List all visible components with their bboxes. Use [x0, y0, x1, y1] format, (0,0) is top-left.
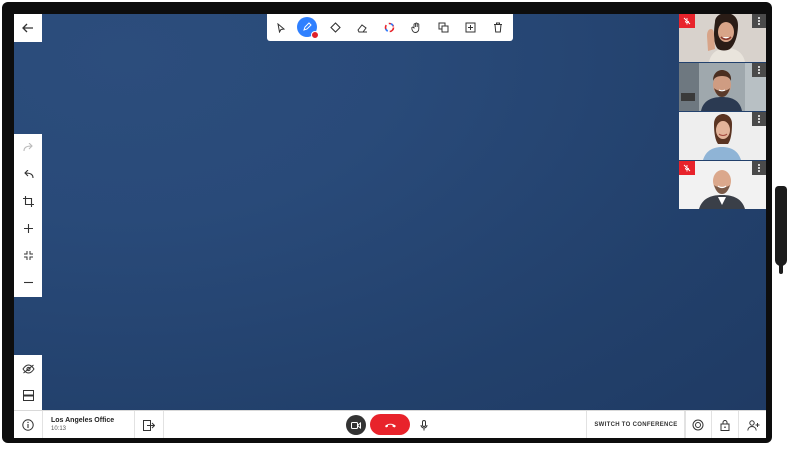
info-icon[interactable]	[14, 411, 43, 438]
add-participant-icon[interactable]	[738, 411, 766, 438]
more-options-icon[interactable]	[752, 161, 766, 175]
switch-to-conference-button[interactable]: SWITCH TO CONFERENCE	[586, 411, 686, 438]
muted-mic-icon	[679, 14, 695, 28]
more-options-icon[interactable]	[752, 14, 766, 28]
camera-button[interactable]	[346, 415, 366, 435]
eraser-icon[interactable]	[349, 14, 375, 41]
stylus-pen	[775, 186, 787, 274]
pen-color-indicator	[311, 31, 319, 39]
delete-icon[interactable]	[485, 14, 511, 41]
more-options-icon[interactable]	[752, 112, 766, 126]
phone-hangup-icon	[384, 422, 397, 428]
display-frame: Los Angeles Office 10:13 SWITCH TO CONFE…	[2, 2, 772, 443]
camera-icon	[351, 421, 361, 429]
back-button[interactable]	[14, 14, 42, 42]
zoom-out-icon[interactable]	[14, 269, 42, 296]
participant-tile[interactable]	[679, 63, 766, 111]
whiteboard-canvas[interactable]: Los Angeles Office 10:13 SWITCH TO CONFE…	[14, 14, 766, 438]
microphone-icon[interactable]	[414, 415, 434, 435]
redo-icon[interactable]	[14, 134, 42, 161]
hand-icon[interactable]	[403, 14, 429, 41]
location-name: Los Angeles Office	[51, 417, 115, 424]
broadcast-icon[interactable]	[684, 411, 711, 438]
participant-tile[interactable]	[679, 161, 766, 209]
view-toolbar	[14, 355, 42, 410]
zoom-in-icon[interactable]	[14, 215, 42, 242]
participant-tile[interactable]	[679, 112, 766, 160]
lock-icon[interactable]	[711, 411, 738, 438]
pen-tool-button[interactable]	[294, 14, 320, 41]
crop-icon[interactable]	[14, 188, 42, 215]
canvas-toolbar	[14, 134, 42, 297]
participant-tile[interactable]	[679, 14, 766, 62]
hide-icon[interactable]	[14, 355, 42, 382]
duplicate-icon[interactable]	[430, 14, 456, 41]
muted-mic-icon	[679, 161, 695, 175]
undo-icon[interactable]	[14, 161, 42, 188]
fit-icon[interactable]	[14, 242, 42, 269]
hang-up-button[interactable]	[370, 414, 410, 435]
insert-icon[interactable]	[457, 14, 483, 41]
more-options-icon[interactable]	[752, 63, 766, 77]
arrow-left-icon	[14, 14, 42, 42]
call-control-bar: Los Angeles Office 10:13 SWITCH TO CONFE…	[14, 410, 766, 438]
select-icon[interactable]	[268, 14, 294, 41]
drawing-toolbar	[267, 14, 513, 41]
call-time: 10:13	[51, 426, 67, 432]
color-icon[interactable]	[376, 14, 402, 41]
layout-icon[interactable]	[14, 382, 42, 409]
participant-videos	[679, 14, 766, 210]
shape-icon[interactable]	[322, 14, 348, 41]
exit-icon[interactable]	[134, 411, 164, 438]
